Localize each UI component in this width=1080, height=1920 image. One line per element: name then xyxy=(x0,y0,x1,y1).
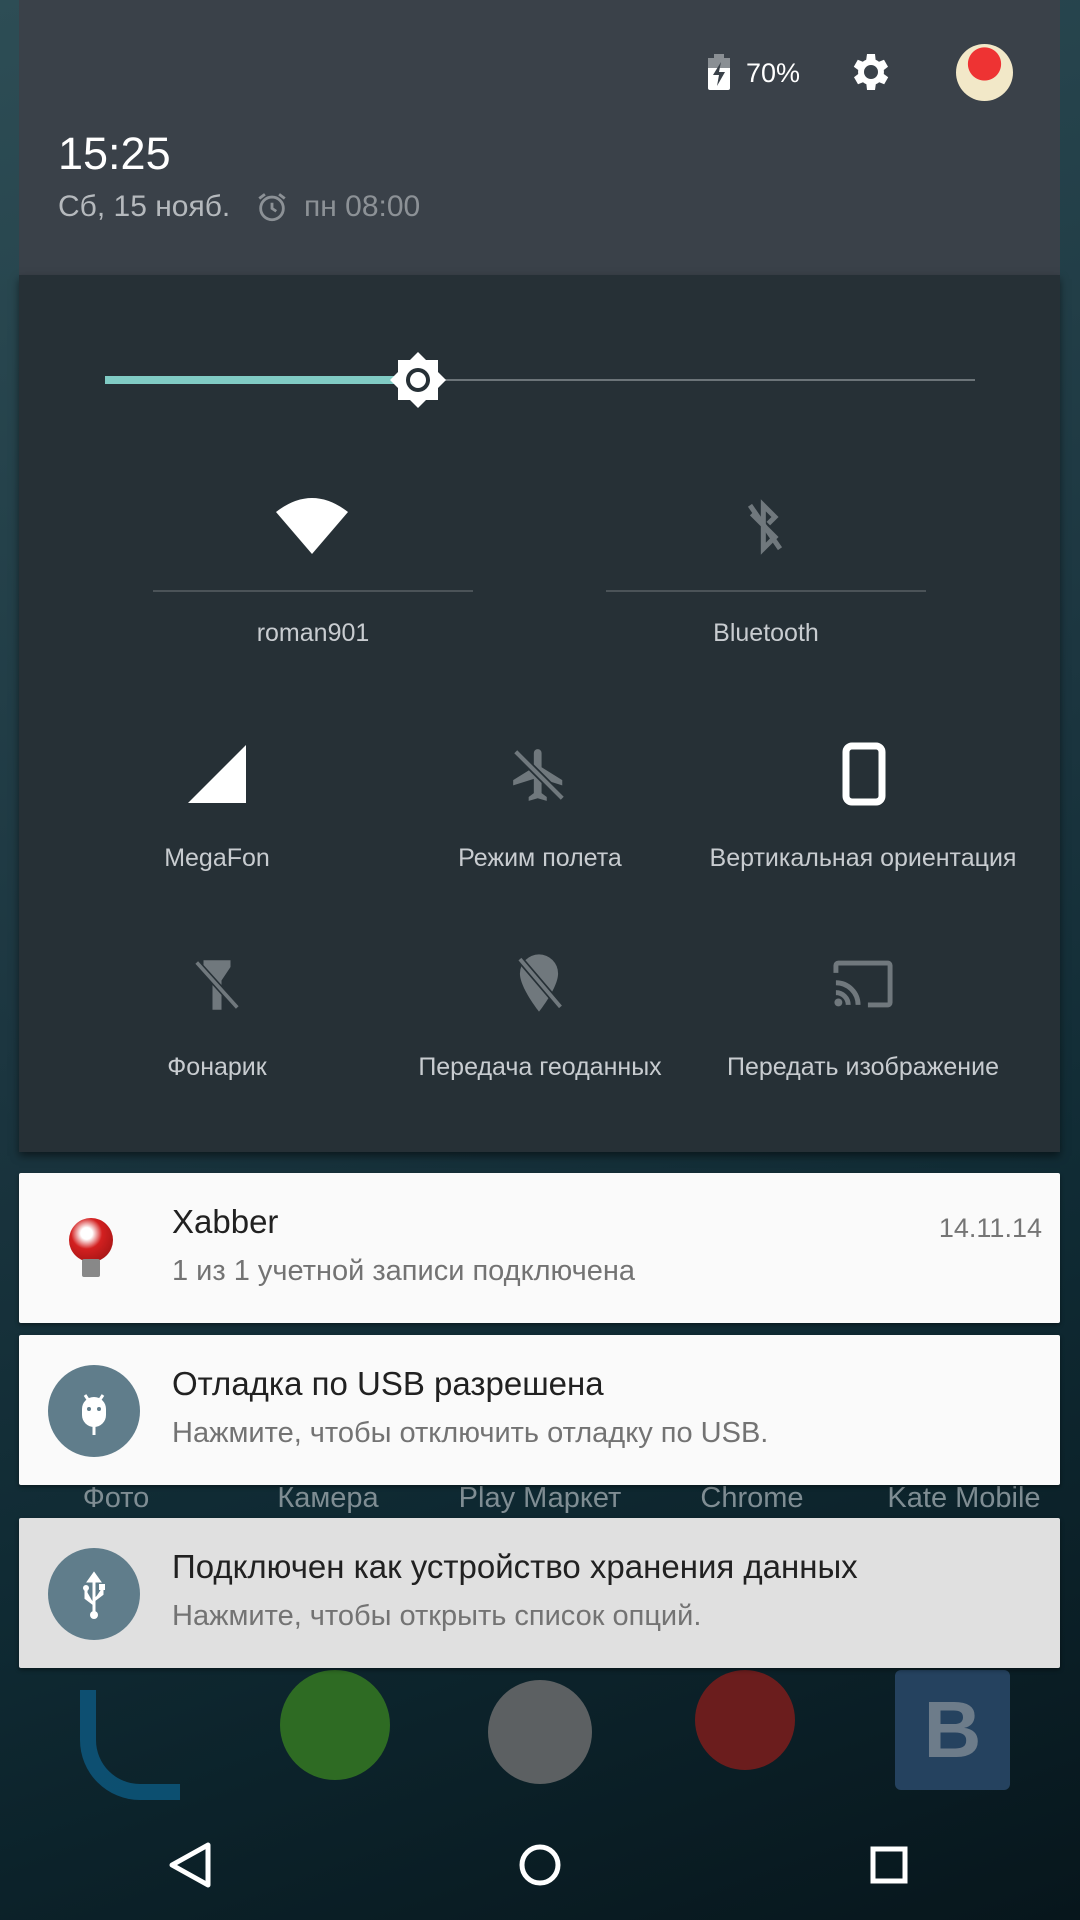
xabber-icon xyxy=(69,1218,113,1262)
home-label-kate-mobile[interactable]: Kate Mobile xyxy=(864,1482,1064,1515)
quick-settings-panel xyxy=(19,275,1060,1152)
notification-usb-storage[interactable]: Подключен как устройство хранения данных… xyxy=(19,1518,1060,1668)
bluetooth-off-icon[interactable] xyxy=(745,498,785,556)
notification-header xyxy=(19,0,1060,275)
home-label-photo[interactable]: Фото xyxy=(16,1482,216,1515)
tile-airplane-label[interactable]: Режим полета xyxy=(380,841,700,875)
notification-usb-debugging[interactable]: Отладка по USB разрешена Нажмите, чтобы … xyxy=(19,1335,1060,1485)
dock-phone-icon[interactable] xyxy=(80,1690,180,1800)
notification-text: Нажмите, чтобы открыть список опций. xyxy=(172,1600,702,1632)
dock-hangouts-icon[interactable] xyxy=(280,1670,390,1780)
tile-divider xyxy=(153,590,473,592)
brightness-slider-thumb[interactable] xyxy=(390,352,447,408)
tile-megafon-label[interactable]: MegaFon xyxy=(57,841,377,875)
recents-button-icon[interactable] xyxy=(859,1835,919,1895)
notification-title: Xabber xyxy=(172,1203,279,1240)
battery-charging-icon xyxy=(708,54,730,90)
dock-vk-icon[interactable]: В xyxy=(895,1670,1010,1790)
alarm-icon xyxy=(258,193,286,222)
battery-percent: 70% xyxy=(746,58,801,88)
airplane-off-icon[interactable] xyxy=(508,744,570,806)
notification-title: Отладка по USB разрешена xyxy=(172,1365,604,1402)
notification-text: 1 из 1 учетной записи подключена xyxy=(172,1255,636,1287)
xabber-icon-base xyxy=(82,1259,100,1277)
home-button-icon[interactable] xyxy=(510,1835,570,1895)
notification-text: Нажмите, чтобы отключить отладку по USB. xyxy=(172,1417,769,1449)
settings-gear-icon[interactable] xyxy=(847,48,895,96)
home-label-chrome[interactable]: Chrome xyxy=(652,1482,852,1515)
next-alarm-text[interactable]: пн 08:00 xyxy=(304,190,420,224)
tile-flashlight-label[interactable]: Фонарик xyxy=(57,1050,377,1084)
dock-xabber-icon[interactable] xyxy=(695,1670,795,1770)
flashlight-off-icon[interactable] xyxy=(190,955,244,1015)
location-off-icon[interactable] xyxy=(510,952,568,1014)
wifi-icon[interactable] xyxy=(276,498,348,554)
notification-time: 14.11.14 xyxy=(938,1213,1042,1243)
tile-orientation-label[interactable]: Вертикальная ориентация xyxy=(703,841,1023,875)
tile-bluetooth-label[interactable]: Bluetooth xyxy=(606,616,926,650)
tile-cast-label[interactable]: Передать изображение xyxy=(703,1050,1023,1084)
android-debug-icon xyxy=(48,1365,140,1457)
usb-icon xyxy=(48,1548,140,1640)
clock-time[interactable]: 15:25 xyxy=(58,128,171,180)
signal-icon[interactable] xyxy=(188,745,246,803)
dock-apps-icon[interactable] xyxy=(488,1680,592,1784)
phone-portrait-icon[interactable] xyxy=(842,742,886,806)
date-text[interactable]: Сб, 15 нояб. xyxy=(58,190,230,224)
cast-icon[interactable] xyxy=(831,958,895,1010)
home-label-camera[interactable]: Камера xyxy=(228,1482,428,1515)
tile-wifi-label[interactable]: roman901 xyxy=(153,616,473,650)
user-avatar[interactable] xyxy=(956,44,1013,101)
back-button-icon[interactable] xyxy=(160,1835,220,1895)
tile-divider xyxy=(606,590,926,592)
brightness-slider-fill xyxy=(105,376,419,384)
home-label-play-market[interactable]: Play Маркет xyxy=(440,1482,640,1515)
notification-xabber[interactable]: Xabber 1 из 1 учетной записи подключена … xyxy=(19,1173,1060,1323)
tile-location-label[interactable]: Передача геоданных xyxy=(380,1050,700,1084)
notification-title: Подключен как устройство хранения данных xyxy=(172,1548,858,1585)
